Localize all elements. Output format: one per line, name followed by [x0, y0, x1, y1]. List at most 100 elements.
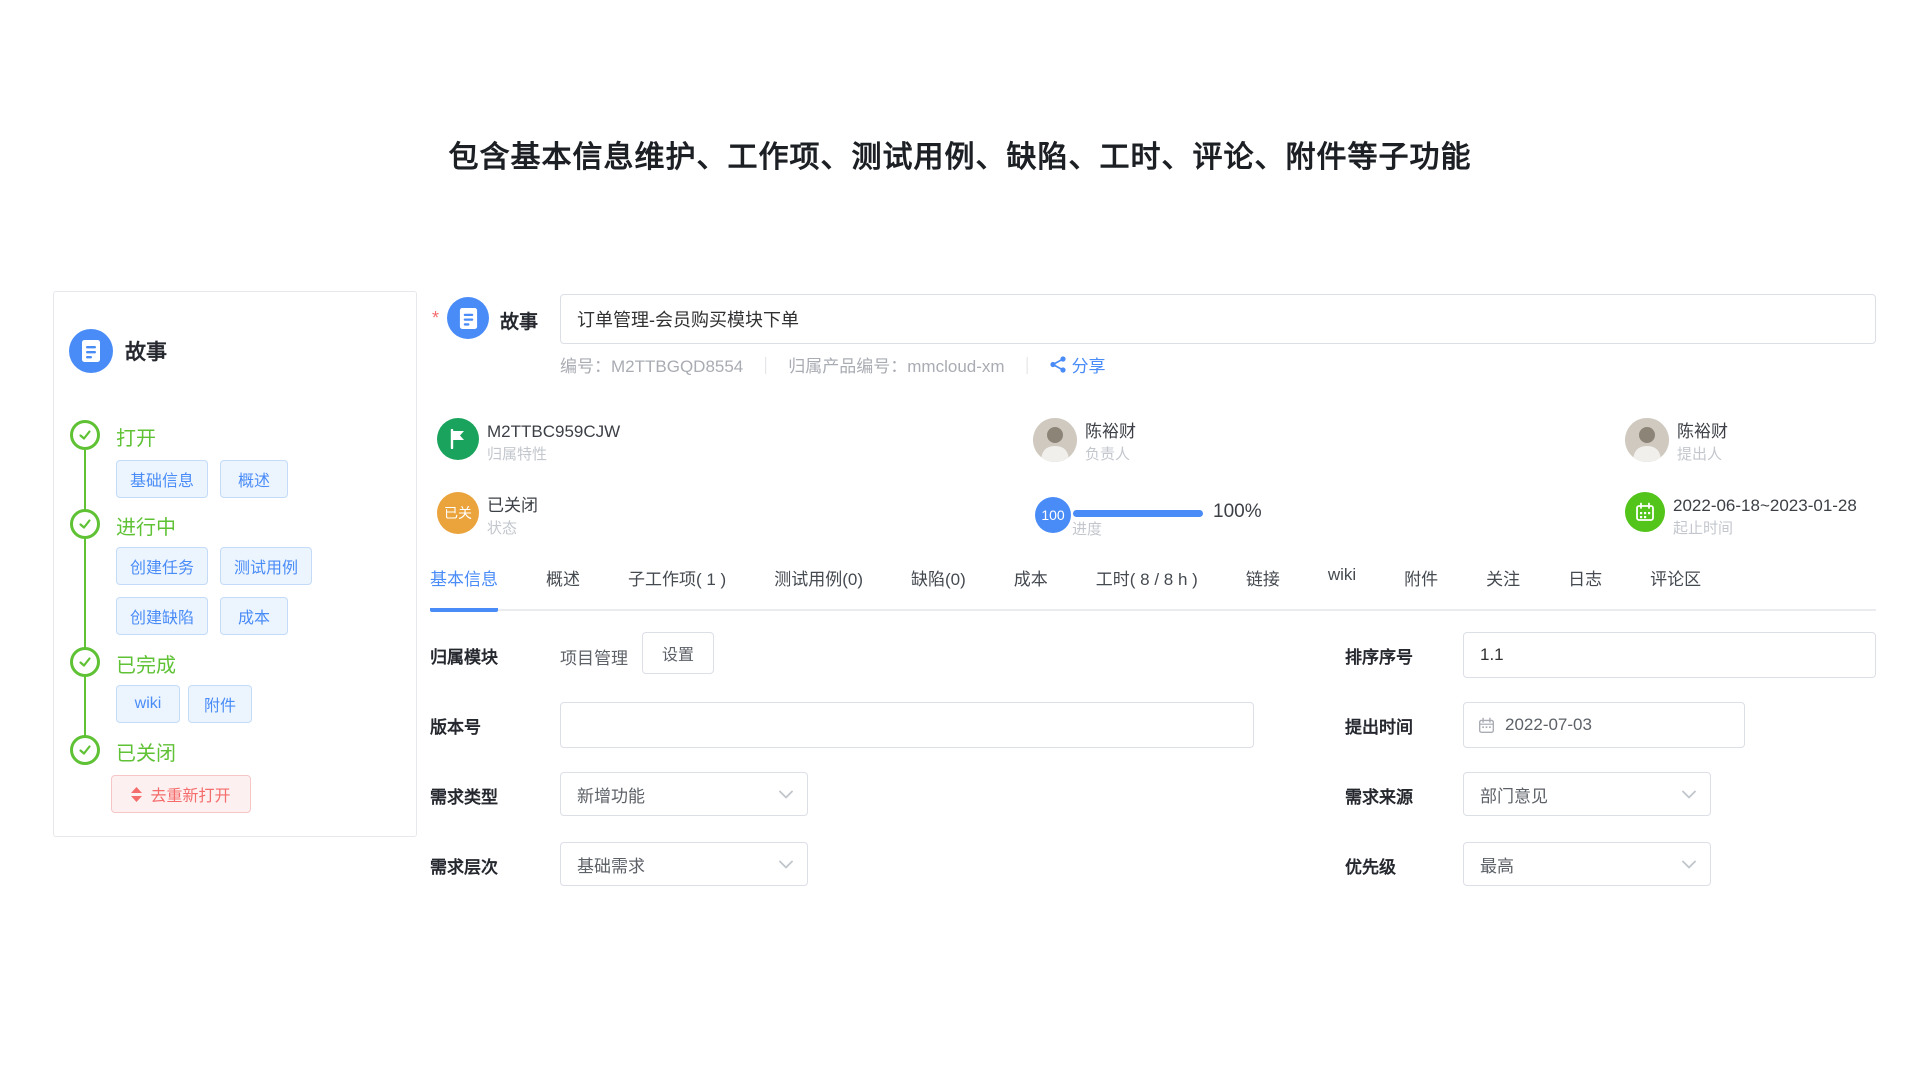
feature-label: 归属特性	[487, 444, 620, 466]
sort-label: 排序序号	[1345, 643, 1413, 668]
workflow-card-header: 故事	[69, 329, 167, 373]
calendar-icon	[1625, 492, 1665, 532]
proposer-name: 陈裕财	[1677, 420, 1728, 444]
req-type-value: 新增功能	[577, 782, 645, 807]
progress-bar	[1073, 510, 1203, 517]
tab-hours[interactable]: 工时( 8 / 8 h )	[1096, 565, 1198, 612]
check-circle-icon	[70, 509, 100, 539]
basic-info-chip[interactable]: 基础信息	[116, 460, 208, 498]
share-icon	[1050, 356, 1066, 373]
tab-defects[interactable]: 缺陷(0)	[911, 565, 966, 612]
story-title-input[interactable]	[560, 294, 1876, 344]
overview-chip[interactable]: 概述	[220, 460, 288, 498]
req-level-select[interactable]: 基础需求	[560, 842, 808, 886]
check-circle-icon	[70, 647, 100, 677]
req-source-value: 部门意见	[1480, 782, 1548, 807]
story-code: 编号：M2TTBGQD8554	[560, 352, 743, 377]
flag-icon	[437, 418, 479, 460]
step-done-label: 已完成	[116, 649, 176, 678]
reopen-button[interactable]: 去重新打开	[111, 775, 251, 813]
status-label: 状态	[487, 518, 538, 540]
tab-overview[interactable]: 概述	[546, 565, 580, 612]
module-label: 归属模块	[430, 643, 498, 668]
status-value: 已关闭	[487, 494, 538, 518]
workflow-type-label: 故事	[125, 336, 167, 366]
proposer-avatar	[1625, 418, 1669, 462]
reopen-button-label: 去重新打开	[150, 782, 230, 806]
progress-badge: 100	[1035, 497, 1071, 533]
req-type-label: 需求类型	[430, 783, 498, 808]
module-settings-button[interactable]: 设置	[642, 632, 714, 674]
step-open-label: 打开	[116, 422, 156, 451]
chevron-down-icon	[779, 860, 793, 869]
attachment-chip[interactable]: 附件	[188, 685, 252, 723]
check-circle-icon	[70, 420, 100, 450]
dates-value: 2022-06-18~2023-01-28	[1673, 494, 1857, 518]
chevron-down-icon	[1682, 860, 1696, 869]
step-closed-label: 已关闭	[116, 737, 176, 766]
priority-select[interactable]: 最高	[1463, 842, 1711, 886]
tab-logs[interactable]: 日志	[1568, 565, 1602, 612]
propose-time-input[interactable]: 2022-07-03	[1463, 702, 1745, 748]
propose-time-value: 2022-07-03	[1505, 715, 1592, 735]
req-source-select[interactable]: 部门意见	[1463, 772, 1711, 816]
chevron-down-icon	[1682, 790, 1696, 799]
detail-tabs: 基本信息 概述 子工作项( 1 ) 测试用例(0) 缺陷(0) 成本 工时( 8…	[430, 565, 1876, 611]
tab-attachments[interactable]: 附件	[1404, 565, 1438, 612]
propose-time-label: 提出时间	[1345, 713, 1413, 738]
status-badge: 已关	[437, 492, 479, 534]
req-level-label: 需求层次	[430, 853, 498, 878]
req-type-select[interactable]: 新增功能	[560, 772, 808, 816]
test-case-chip[interactable]: 测试用例	[220, 547, 312, 585]
create-task-chip[interactable]: 创建任务	[116, 547, 208, 585]
wiki-chip[interactable]: wiki	[116, 685, 180, 723]
priority-label: 优先级	[1345, 853, 1396, 878]
story-detail-page: 包含基本信息维护、工作项、测试用例、缺陷、工时、评论、附件等子功能 故事 打开 …	[0, 0, 1920, 1080]
feature-cell: M2TTBC959CJW 归属特性	[437, 418, 620, 466]
tab-wiki[interactable]: wiki	[1328, 565, 1356, 612]
story-document-icon	[69, 329, 113, 373]
page-title: 包含基本信息维护、工作项、测试用例、缺陷、工时、评论、附件等子功能	[0, 132, 1920, 176]
dates-cell: 2022-06-18~2023-01-28 起止时间	[1625, 492, 1857, 540]
share-label: 分享	[1072, 352, 1106, 377]
tab-cost[interactable]: 成本	[1014, 565, 1048, 612]
workflow-timeline	[84, 450, 86, 736]
progress-label: 进度	[1072, 518, 1102, 539]
dates-label: 起止时间	[1673, 518, 1857, 540]
tab-comments[interactable]: 评论区	[1650, 565, 1701, 612]
proposer-cell: 陈裕财 提出人	[1625, 418, 1728, 466]
product-code: 归属产品编号：mmcloud-xm	[788, 352, 1004, 377]
cost-chip[interactable]: 成本	[220, 597, 288, 635]
tab-test-cases[interactable]: 测试用例(0)	[774, 565, 863, 612]
meta-separator: ｜	[1019, 352, 1036, 377]
version-input[interactable]	[560, 702, 1254, 748]
owner-label: 负责人	[1085, 444, 1136, 466]
calendar-icon	[1478, 717, 1495, 734]
tab-watch[interactable]: 关注	[1486, 565, 1520, 612]
progress-percent: 100%	[1213, 501, 1262, 523]
workflow-card: 故事 打开 基础信息 概述 进行中 创建任务 测试用例 创建缺陷 成本 已完成 …	[53, 291, 417, 837]
tab-sub-workitems[interactable]: 子工作项( 1 )	[628, 565, 726, 612]
module-value: 项目管理	[560, 644, 628, 669]
share-button[interactable]: 分享	[1050, 352, 1106, 377]
tab-links[interactable]: 链接	[1246, 565, 1280, 612]
feature-code: M2TTBC959CJW	[487, 420, 620, 444]
owner-cell: 陈裕财 负责人	[1033, 418, 1136, 466]
proposer-label: 提出人	[1677, 444, 1728, 466]
req-source-label: 需求来源	[1345, 783, 1413, 808]
create-defect-chip[interactable]: 创建缺陷	[116, 597, 208, 635]
owner-avatar	[1033, 418, 1077, 462]
owner-name: 陈裕财	[1085, 420, 1136, 444]
chevron-down-icon	[779, 790, 793, 799]
tab-basic-info[interactable]: 基本信息	[430, 565, 498, 612]
status-cell: 已关 已关闭 状态	[437, 492, 538, 540]
check-circle-icon	[70, 735, 100, 765]
version-label: 版本号	[430, 713, 481, 738]
progress-cell: 100 100%	[1035, 497, 1262, 533]
story-type-label: 故事	[500, 307, 538, 334]
story-meta-row: 编号：M2TTBGQD8554 ｜ 归属产品编号：mmcloud-xm ｜ 分享	[560, 352, 1106, 377]
required-asterisk: *	[432, 308, 439, 329]
req-level-value: 基础需求	[577, 852, 645, 877]
sort-input[interactable]	[1463, 632, 1876, 678]
sort-arrows-icon	[131, 787, 142, 802]
